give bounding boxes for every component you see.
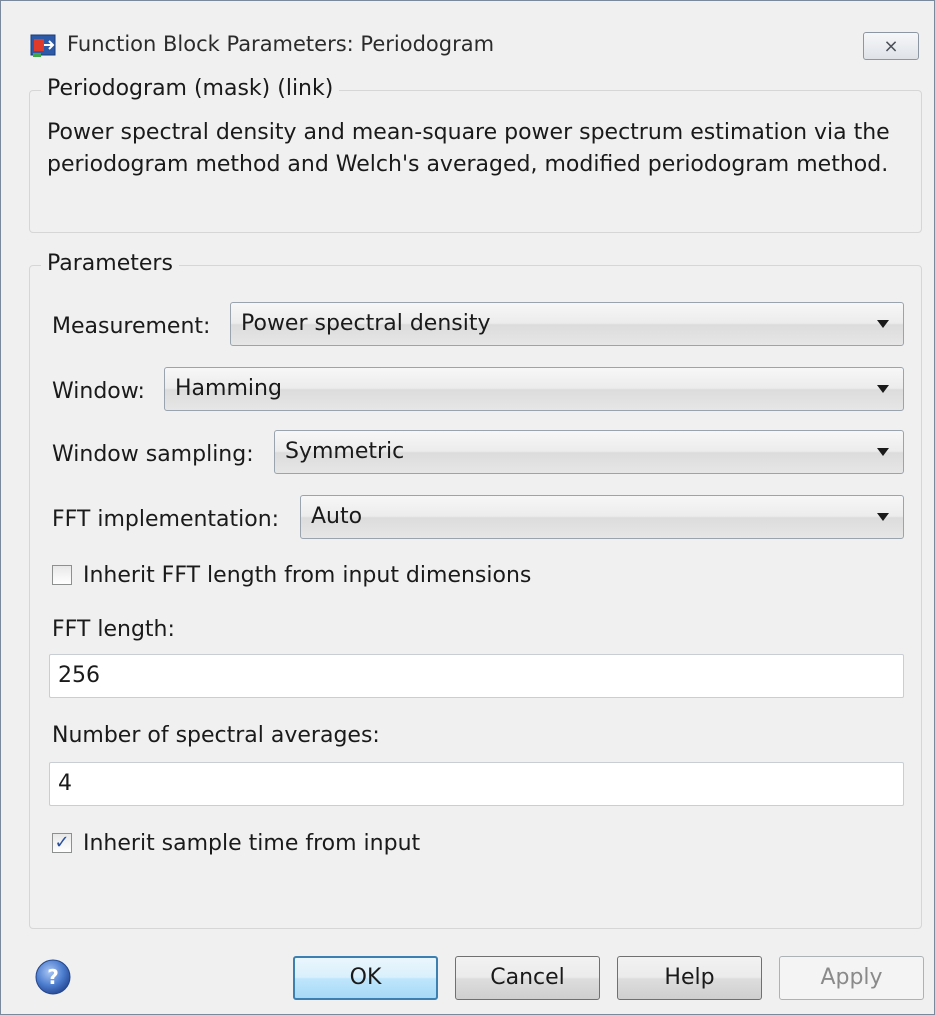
inherit-fft-length-checkbox[interactable] xyxy=(52,565,72,585)
window-sampling-value: Symmetric xyxy=(285,439,405,464)
close-icon: ⨯ xyxy=(883,35,899,57)
spectral-averages-field[interactable]: 4 xyxy=(49,762,904,806)
mask-group-legend: Periodogram (mask) (link) xyxy=(41,76,340,101)
block-description: Power spectral density and mean-square p… xyxy=(47,120,890,177)
measurement-label: Measurement: xyxy=(52,314,211,339)
help-question-icon[interactable]: ? xyxy=(34,958,72,996)
window-sampling-dropdown[interactable]: Symmetric xyxy=(274,430,904,474)
fft-length-field[interactable]: 256 xyxy=(49,654,904,698)
chevron-down-icon xyxy=(877,448,889,456)
ok-button[interactable]: OK xyxy=(293,956,438,1000)
spectral-averages-value: 4 xyxy=(58,771,72,796)
window-value: Hamming xyxy=(175,376,282,401)
simulink-block-icon xyxy=(30,34,56,57)
parameters-group xyxy=(29,265,922,929)
fft-implementation-value: Auto xyxy=(311,504,363,529)
spectral-averages-label: Number of spectral averages: xyxy=(52,723,380,748)
window-sampling-label: Window sampling: xyxy=(52,442,254,467)
chevron-down-icon xyxy=(877,513,889,521)
window-title: Function Block Parameters: Periodogram xyxy=(67,32,495,56)
chevron-down-icon xyxy=(877,385,889,393)
inherit-sample-time-checkbox[interactable]: ✓ xyxy=(52,833,72,853)
fft-implementation-label: FFT implementation: xyxy=(52,507,280,532)
measurement-value: Power spectral density xyxy=(241,311,491,336)
dialog-window: Function Block Parameters: Periodogram ⨯… xyxy=(0,0,935,1015)
parameters-group-legend: Parameters xyxy=(41,251,179,276)
measurement-dropdown[interactable]: Power spectral density xyxy=(230,302,904,346)
inherit-sample-time-label[interactable]: Inherit sample time from input xyxy=(83,831,420,856)
inherit-fft-length-label[interactable]: Inherit FFT length from input dimensions xyxy=(83,563,531,588)
fft-length-value: 256 xyxy=(58,663,100,688)
window-label: Window: xyxy=(52,379,145,404)
cancel-button[interactable]: Cancel xyxy=(455,956,600,1000)
close-button[interactable]: ⨯ xyxy=(863,32,919,60)
checkmark-icon: ✓ xyxy=(54,832,70,853)
window-dropdown[interactable]: Hamming xyxy=(164,367,904,411)
fft-implementation-dropdown[interactable]: Auto xyxy=(300,495,904,539)
help-button[interactable]: Help xyxy=(617,956,762,1000)
fft-length-label: FFT length: xyxy=(52,617,175,642)
svg-text:?: ? xyxy=(47,965,59,989)
apply-button[interactable]: Apply xyxy=(779,956,924,1000)
chevron-down-icon xyxy=(877,320,889,328)
